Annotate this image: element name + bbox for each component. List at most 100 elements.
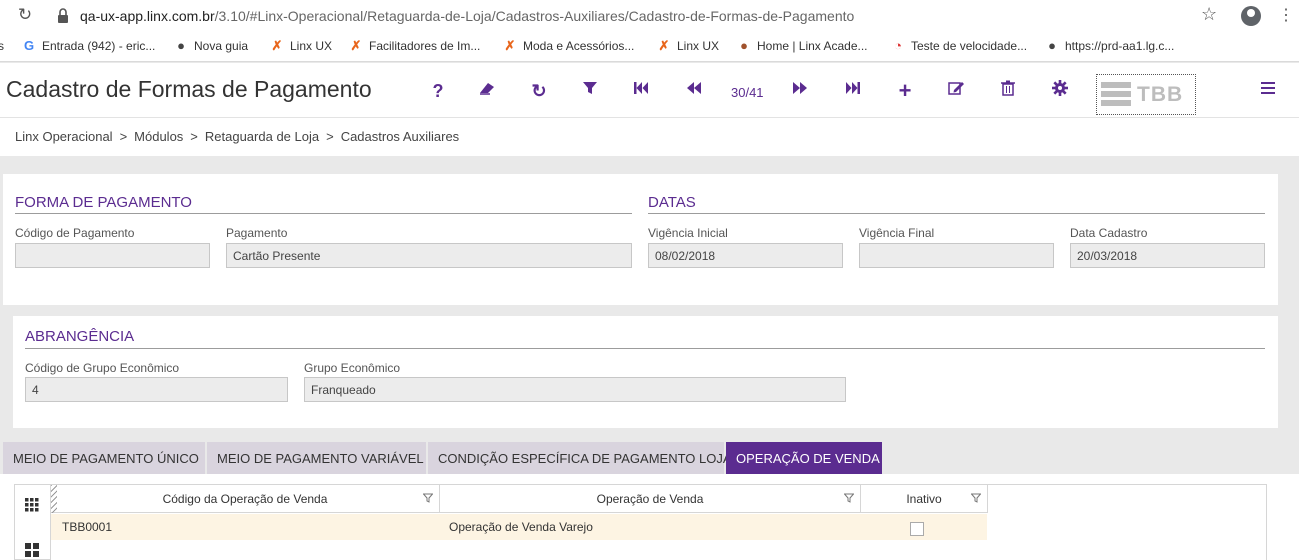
app-header: Cadastro de Formas de Pagamento ? ↻ 30/4…	[0, 63, 1299, 118]
url-path: /3.10/#Linx-Operacional/Retaguarda-de-Lo…	[214, 8, 855, 24]
bookmark-label: https://prd-aa1.lg.c...	[1065, 39, 1175, 53]
column-header-label: Inativo	[906, 492, 942, 506]
previous-record-icon[interactable]	[682, 79, 706, 103]
bookmark-overflow[interactable]: s	[0, 39, 4, 53]
abrangencia-card	[13, 316, 1278, 428]
grid-toolbar	[14, 484, 51, 560]
breadcrumb-item[interactable]: Retaguarda de Loja	[205, 129, 319, 144]
vigencia-inicial-label: Vigência Inicial	[648, 226, 728, 240]
vigencia-final-field[interactable]	[859, 243, 1054, 268]
bookmark-item[interactable]: ✗ Linx UX	[657, 38, 720, 54]
section-title-datas: DATAS	[648, 194, 696, 211]
linx-icon: ✗	[658, 38, 670, 53]
codigo-pagamento-field[interactable]	[15, 243, 210, 268]
bookmark-item[interactable]: ● https://prd-aa1.lg.c...	[1045, 38, 1175, 54]
bookmark-label: Nova guia	[194, 39, 249, 53]
hamburger-menu-icon[interactable]	[1256, 79, 1280, 103]
breadcrumb-item[interactable]: Linx Operacional	[15, 129, 113, 144]
grid-view-icon[interactable]	[25, 498, 39, 512]
page-title: Cadastro de Formas de Pagamento	[6, 76, 372, 102]
profile-avatar[interactable]	[1241, 6, 1261, 26]
grupo-economico-field[interactable]: Franqueado	[304, 377, 846, 402]
company-logo: TBB	[1096, 74, 1196, 115]
globe-icon: ●	[1048, 38, 1056, 53]
section-divider	[25, 348, 1265, 349]
codigo-grupo-field[interactable]: 4	[25, 377, 288, 402]
filter-icon[interactable]	[844, 493, 854, 503]
bookmark-item[interactable]: ● Home | Linx Acade...	[737, 38, 868, 54]
last-record-icon[interactable]	[841, 79, 865, 103]
bookmark-label: Entrada (942) - eric...	[42, 39, 156, 53]
bookmarks-bar: s G Entrada (942) - eric... ● Nova guia …	[0, 32, 1299, 62]
breadcrumb: Linx Operacional > Módulos > Retaguarda de L…	[15, 129, 460, 144]
delete-icon[interactable]	[996, 79, 1020, 103]
vigencia-final-label: Vigência Final	[859, 226, 935, 240]
bookmark-item[interactable]: ✗ Moda e Acessórios...	[503, 38, 635, 54]
table-row[interactable]: TBB0001 Operação de Venda Varejo	[51, 514, 987, 540]
breadcrumb-item[interactable]: Módulos	[134, 129, 183, 144]
column-header-codigo[interactable]: Código da Operação de Venda	[51, 485, 440, 513]
globe-icon: ●	[177, 38, 185, 53]
eraser-icon[interactable]	[475, 79, 499, 103]
tab-meio-pagamento-unico[interactable]: MEIO DE PAGAMENTO ÚNICO	[3, 442, 205, 474]
breadcrumb-item[interactable]: Cadastros Auxiliares	[341, 129, 460, 144]
bookmark-item[interactable]: ✗ Facilitadores de Im...	[349, 38, 481, 54]
linx-icon: ✗	[271, 38, 283, 53]
pagamento-field[interactable]: Cartão Presente	[226, 243, 632, 268]
bookmark-label: Teste de velocidade...	[911, 39, 1028, 53]
column-header-label: Código da Operação de Venda	[162, 492, 328, 506]
breadcrumb-bar: Linx Operacional > Módulos > Retaguarda de L…	[0, 118, 1299, 156]
filter-icon[interactable]	[423, 493, 433, 503]
codigo-grupo-label: Código de Grupo Econômico	[25, 361, 180, 375]
help-icon[interactable]: ?	[426, 79, 450, 103]
bookmark-item[interactable]: ✗ Linx UX	[270, 38, 333, 54]
bookmark-item[interactable]: G Entrada (942) - eric...	[22, 39, 156, 54]
bookmark-label: Linx UX	[677, 39, 720, 53]
column-header-operacao[interactable]: Operação de Venda	[440, 485, 861, 513]
settings-gear-icon[interactable]	[1048, 79, 1072, 103]
add-icon[interactable]: +	[893, 79, 917, 103]
cell-operacao: Operação de Venda Varejo	[449, 520, 593, 534]
academy-icon: ●	[740, 38, 748, 53]
next-record-icon[interactable]	[788, 79, 812, 103]
bookmark-star-icon[interactable]: ☆	[1201, 4, 1217, 25]
bookmark-label: Moda e Acessórios...	[523, 39, 635, 53]
speedometer-icon: ◔	[894, 38, 902, 53]
tile-view-icon[interactable]	[25, 543, 39, 557]
tab-condicao-especifica[interactable]: CONDIÇÃO ESPECÍFICA DE PAGAMENTO LOJA	[428, 442, 732, 474]
linx-icon: ✗	[504, 38, 516, 53]
grupo-economico-label: Grupo Econômico	[304, 361, 401, 375]
browser-menu-icon[interactable]: ⋮	[1278, 6, 1294, 26]
section-title-forma: FORMA DE PAGAMENTO	[15, 194, 192, 211]
filter-icon[interactable]	[971, 493, 981, 503]
bookmark-item[interactable]: ◔ Teste de velocidade...	[891, 38, 1028, 54]
cell-codigo: TBB0001	[62, 520, 113, 534]
column-resize-handle[interactable]	[51, 485, 57, 513]
lock-icon[interactable]	[56, 7, 70, 25]
bookmark-item[interactable]: ● Nova guia	[174, 38, 249, 54]
inativo-checkbox[interactable]	[910, 522, 924, 536]
edit-icon[interactable]	[944, 79, 968, 103]
section-divider	[15, 213, 632, 214]
bookmark-label: Facilitadores de Im...	[369, 39, 481, 53]
address-field[interactable]: qa-ux-app.linx.com.br/3.10/#Linx-Operaci…	[80, 8, 854, 24]
reload-icon[interactable]: ↻	[15, 5, 35, 25]
section-divider	[648, 213, 1265, 214]
bookmark-label: Home | Linx Acade...	[757, 39, 868, 53]
tab-operacao-venda[interactable]: OPERAÇÃO DE VENDA	[726, 442, 882, 474]
browser-url-bar: ↻ qa-ux-app.linx.com.br/3.10/#Linx-Opera…	[0, 0, 1299, 32]
column-header-label: Operação de Venda	[596, 492, 704, 506]
pagamento-label: Pagamento	[226, 226, 288, 240]
refresh-icon[interactable]: ↻	[527, 79, 551, 103]
operacao-venda-grid: Código da Operação de Venda Operação de …	[51, 484, 1267, 560]
filter-icon[interactable]	[578, 79, 602, 103]
vigencia-inicial-field[interactable]: 08/02/2018	[648, 243, 843, 268]
first-record-icon[interactable]	[629, 79, 653, 103]
section-title-abrangencia: ABRANGÊNCIA	[25, 328, 135, 345]
logo-bars	[1101, 82, 1131, 108]
column-header-inativo[interactable]: Inativo	[861, 485, 988, 513]
linx-icon: ✗	[350, 38, 362, 53]
tab-meio-pagamento-variavel[interactable]: MEIO DE PAGAMENTO VARIÁVEL	[207, 442, 426, 474]
bookmark-label: Linx UX	[290, 39, 333, 53]
data-cadastro-field[interactable]: 20/03/2018	[1070, 243, 1265, 268]
